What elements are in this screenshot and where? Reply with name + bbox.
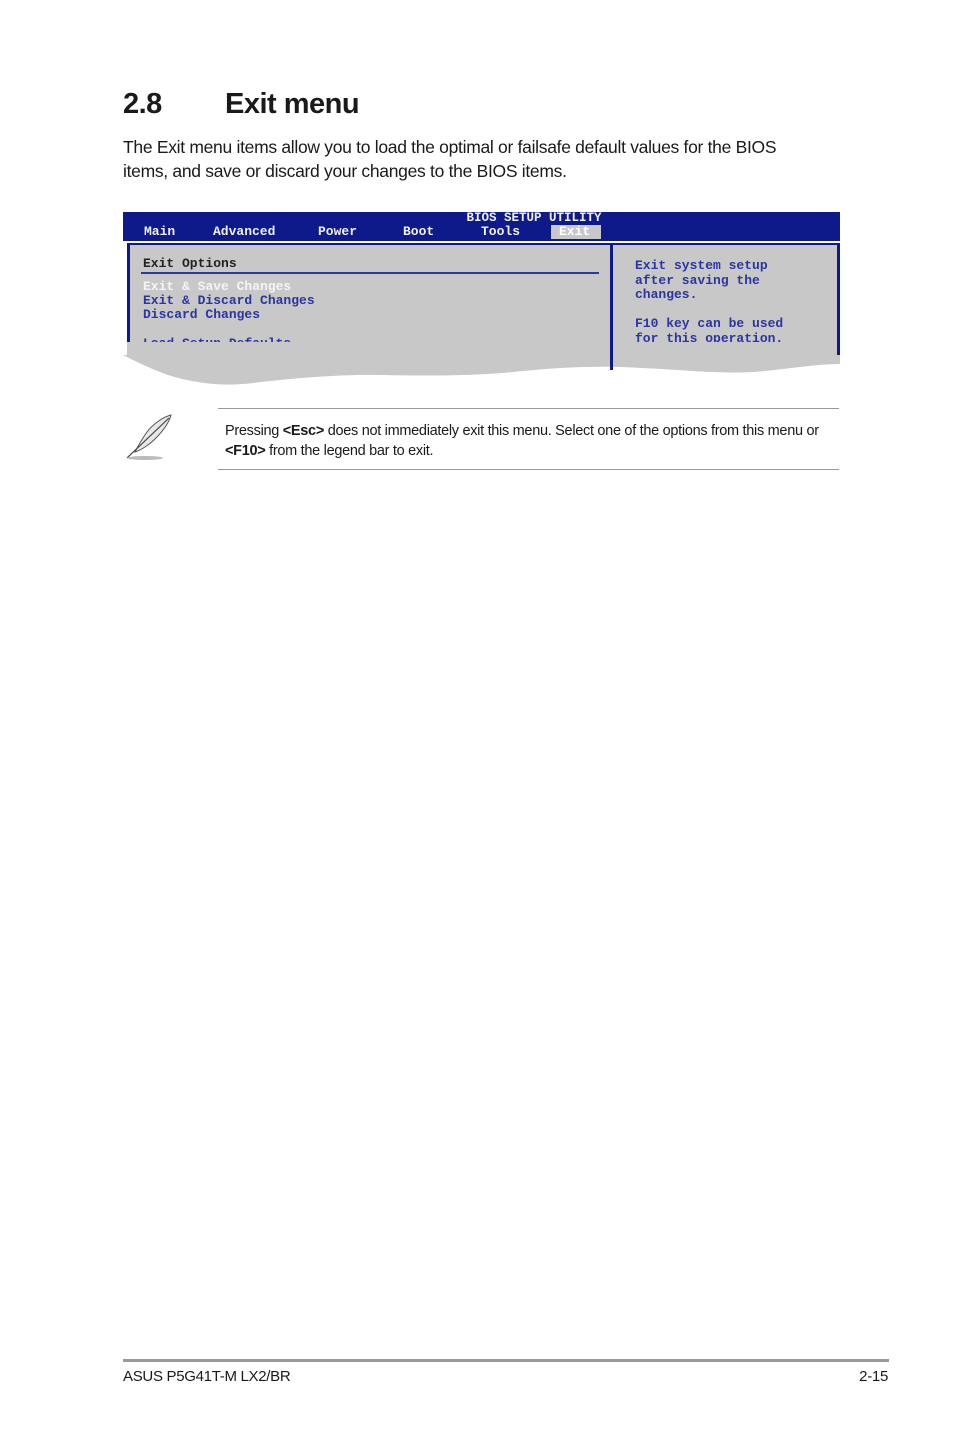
bios-screenshot: BIOS SETUP UTILITY Main Advanced Power B…: [123, 211, 840, 387]
help-line: Exit system setup: [635, 258, 768, 273]
tab-boot[interactable]: Boot: [403, 225, 434, 239]
help-line: F10 key can be used: [635, 316, 784, 331]
exit-options-title: Exit Options: [143, 256, 237, 271]
footer-page-number: 2-15: [859, 1368, 888, 1385]
note-text-part: from the legend bar to exit.: [265, 443, 434, 459]
footer-product: ASUS P5G41T-M LX2/BR: [123, 1368, 291, 1385]
section-number: 2.8: [123, 88, 162, 120]
divider: [218, 408, 839, 409]
section-title: Exit menu: [225, 88, 360, 120]
tab-main[interactable]: Main: [144, 225, 175, 239]
tab-exit[interactable]: Exit: [551, 225, 602, 239]
bios-tabs: Main Advanced Power Boot Tools Exit: [123, 225, 840, 239]
esc-key: <Esc>: [282, 423, 325, 439]
feather-pen-icon: [126, 414, 172, 460]
help-text: Exit system setup after saving the chang…: [635, 258, 784, 346]
section-heading: 2.8 Exit menu: [123, 88, 360, 121]
note-text-part: Pressing: [225, 423, 283, 439]
option-exit-discard-changes[interactable]: Exit & Discard Changes: [143, 294, 315, 308]
divider: [141, 272, 599, 274]
help-line: after saving the: [635, 272, 760, 288]
exit-options-panel: Exit Options Exit & Save Changes Exit & …: [127, 243, 612, 357]
option-exit-save-changes[interactable]: Exit & Save Changes: [143, 280, 291, 294]
note-box: Pressing <Esc> does not immediately exit…: [123, 408, 839, 470]
option-discard-changes[interactable]: Discard Changes: [143, 308, 260, 322]
tab-advanced[interactable]: Advanced: [213, 225, 275, 239]
tab-tools[interactable]: Tools: [481, 225, 520, 239]
bios-menu-bar: BIOS SETUP UTILITY Main Advanced Power B…: [123, 211, 840, 241]
torn-edge: [123, 342, 840, 385]
help-line: changes.: [635, 287, 698, 302]
f10-key: <F10>: [225, 443, 266, 459]
note-text: Pressing <Esc> does not immediately exit…: [225, 421, 835, 461]
footer-rule: [123, 1359, 889, 1362]
divider: [218, 469, 839, 470]
bios-title: BIOS SETUP UTILITY: [466, 211, 602, 225]
help-panel: Exit system setup after saving the chang…: [610, 243, 840, 357]
note-text-part: does not immediately exit this menu. Sel…: [324, 423, 819, 439]
tab-power[interactable]: Power: [318, 225, 357, 239]
intro-paragraph: The Exit menu items allow you to load th…: [123, 137, 777, 181]
